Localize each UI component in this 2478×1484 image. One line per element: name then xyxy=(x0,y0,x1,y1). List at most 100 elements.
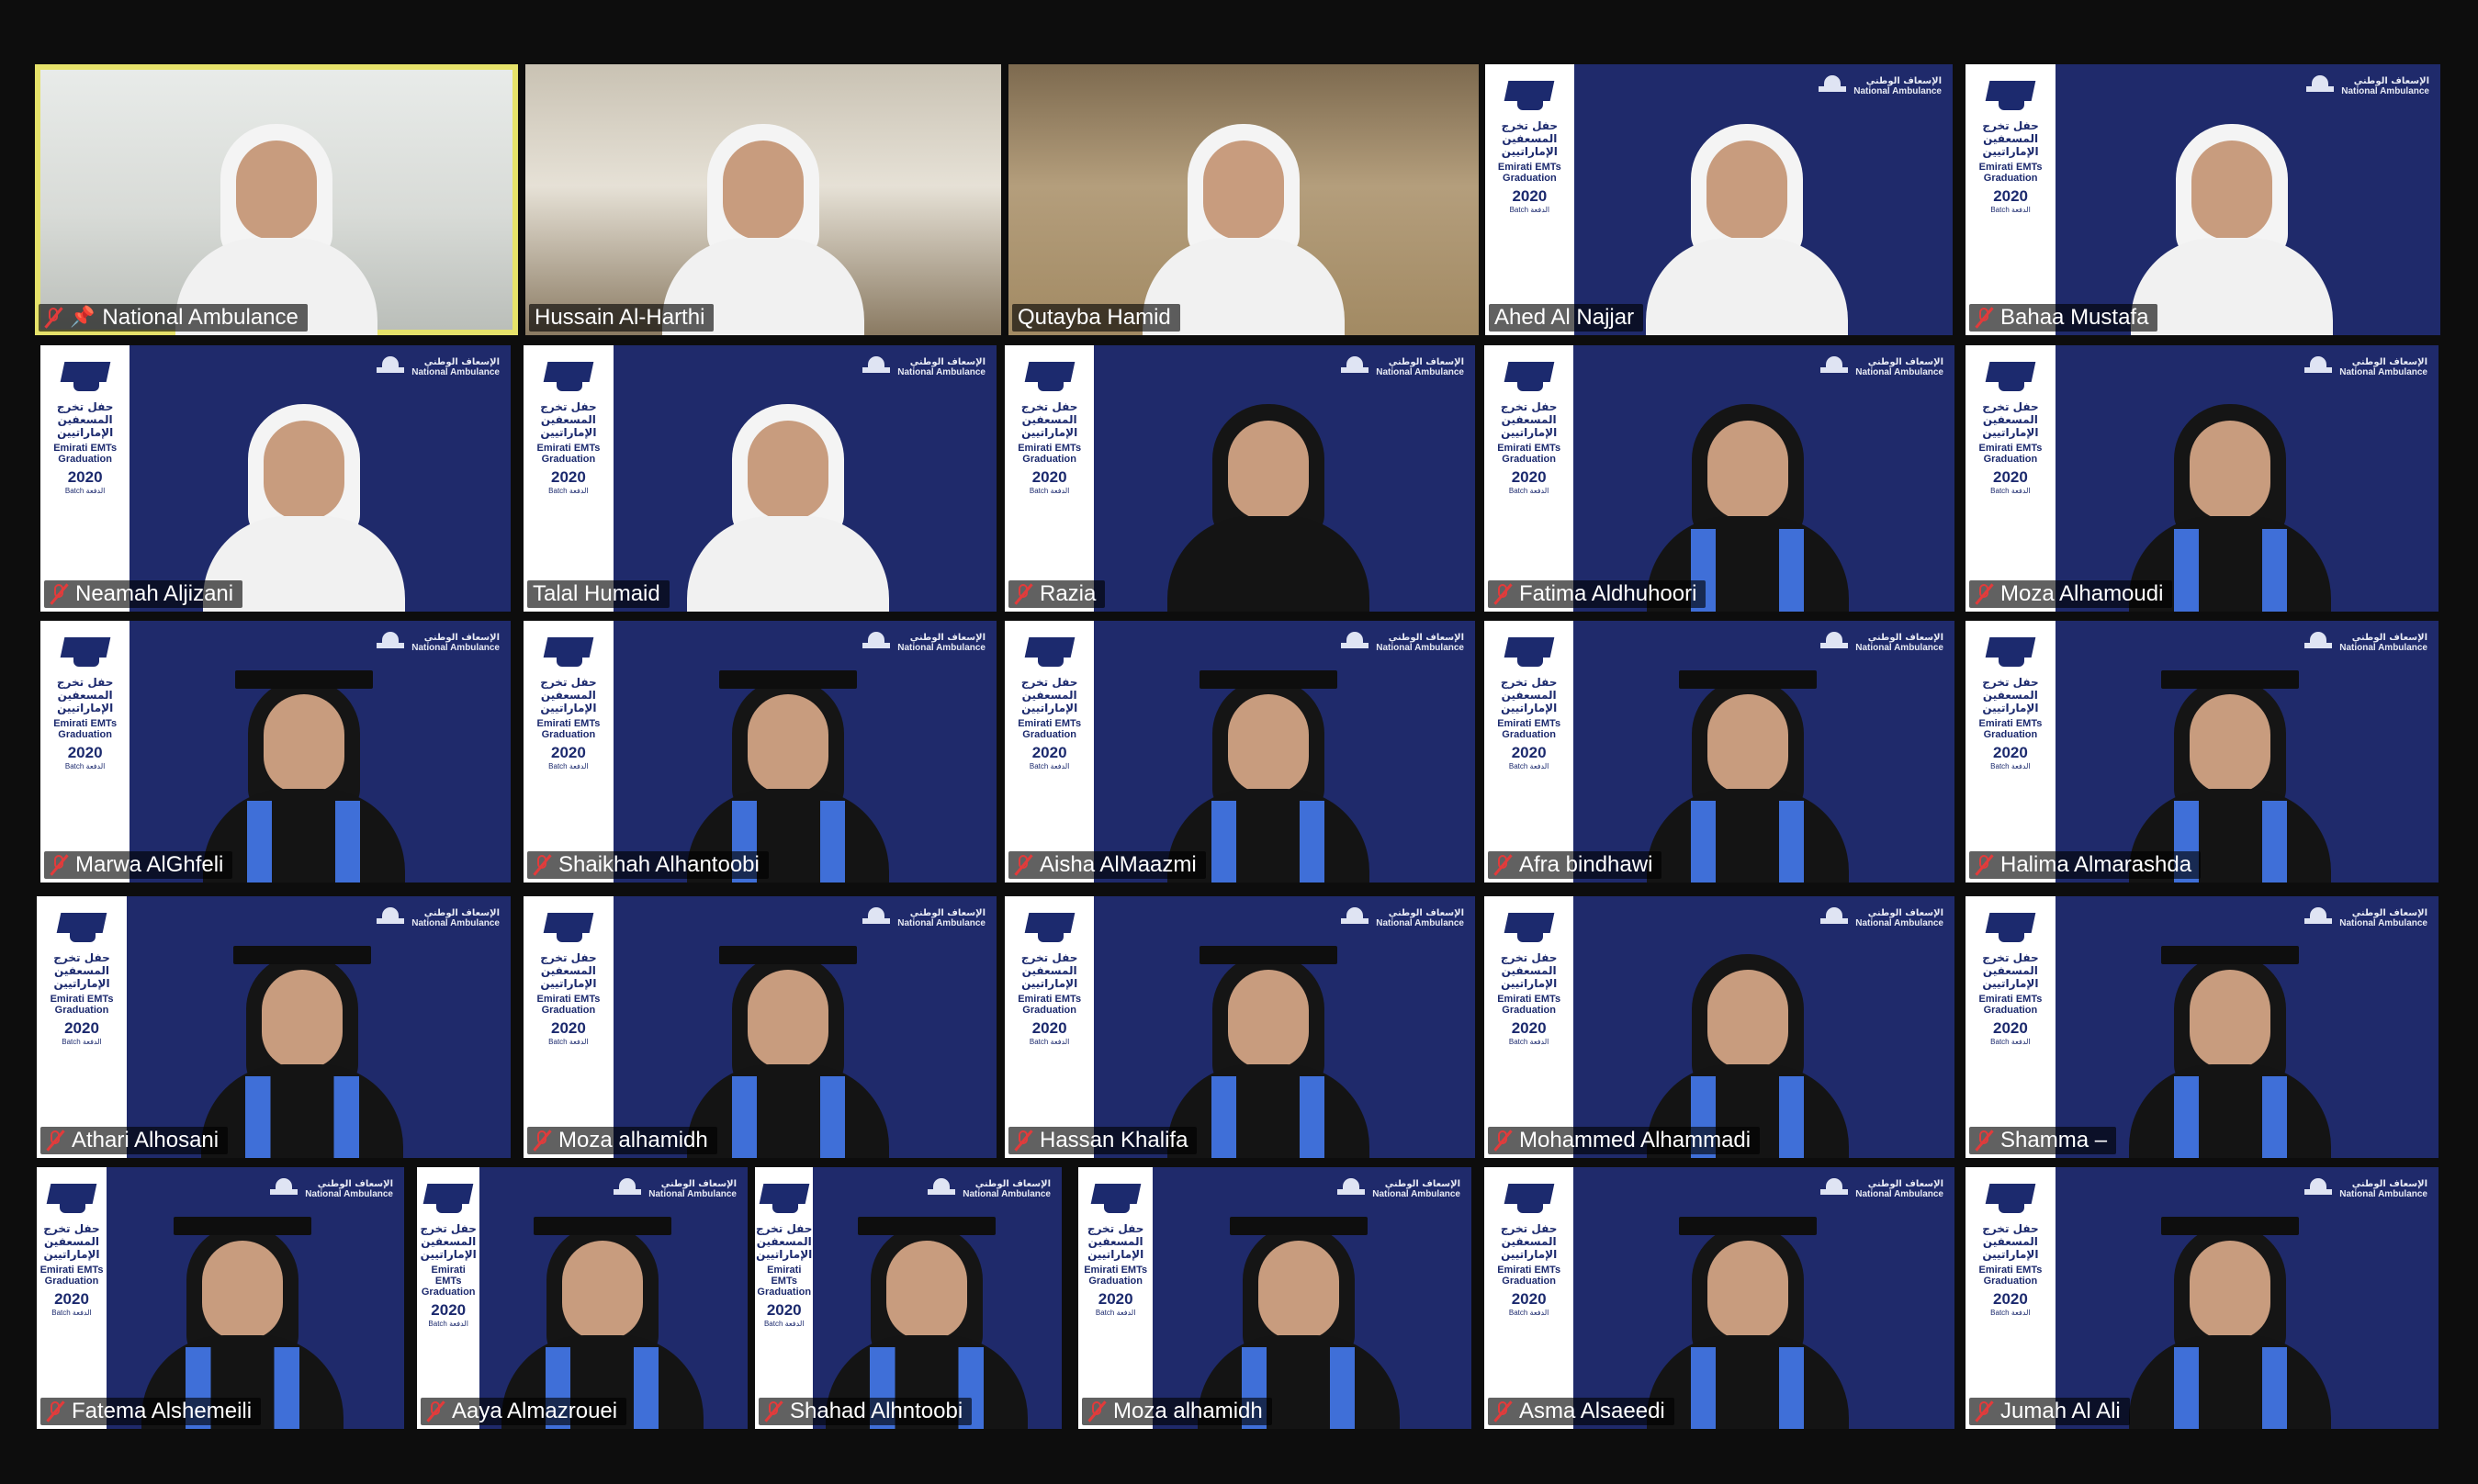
banner-batch: Batch الدفعة xyxy=(1990,1309,2031,1317)
sponsor-logos: الإسعاف الوطني National Ambulance xyxy=(614,1178,737,1200)
microphone-muted-icon xyxy=(50,583,68,605)
ambulance-english: National Ambulance xyxy=(2339,1189,2427,1199)
banner-arabic-title: حفل تخرج المسعفين الإماراتيين xyxy=(1500,400,1558,439)
banner-arabic-title: حفل تخرج المسعفين الإماراتيين xyxy=(540,400,597,439)
graduation-banner: حفل تخرج المسعفين الإماراتيين Emirati EMT… xyxy=(1966,64,2056,335)
ambulance-arabic: الإسعاف الوطني xyxy=(909,633,986,643)
ambulance-english: National Ambulance xyxy=(1855,918,1943,928)
national-ambulance-logo: الإسعاف الوطني National Ambulance xyxy=(1376,908,1464,928)
participant-tile[interactable]: حفل تخرج المسعفين الإماراتيين Emirati EMT… xyxy=(1485,64,1953,335)
graduation-banner: حفل تخرج المسعفين الإماراتيين Emirati EMT… xyxy=(1966,1167,2056,1429)
banner-english-title: Emirati EMTs Graduation xyxy=(1497,1265,1561,1287)
participant-name-tag: Shahad Alhntoobi xyxy=(759,1398,973,1425)
banner-year: 2020 xyxy=(766,1301,802,1319)
ambulance-arabic: الإسعاف الوطني xyxy=(1388,357,1464,367)
university-logo-icon xyxy=(1820,356,1849,378)
banner-batch: Batch الدفعة xyxy=(763,1320,805,1328)
participant-name: Moza alhamidh xyxy=(1113,1399,1263,1423)
participant-name-tag: Afra bindhawi xyxy=(1488,851,1662,879)
participant-tile[interactable]: حفل تخرج المسعفين الإماراتيين Emirati EMT… xyxy=(37,1167,404,1429)
participant-name-tag: Razia xyxy=(1008,580,1106,608)
national-ambulance-logo: الإسعاف الوطني National Ambulance xyxy=(1853,76,1942,96)
participant-name-tag: Hussain Al-Harthi xyxy=(529,304,715,332)
participant-name-tag: Qutayba Hamid xyxy=(1012,304,1180,332)
graduation-cap-icon xyxy=(544,909,593,946)
participant-tile[interactable]: حفل تخرج المسعفين الإماراتيين Emirati EMT… xyxy=(524,345,997,612)
banner-english-title: Emirati EMTs Graduation xyxy=(1978,994,2043,1016)
participant-video xyxy=(1646,669,1849,883)
sponsor-logos: الإسعاف الوطني National Ambulance xyxy=(2306,75,2429,97)
banner-english-title: Emirati EMTs Graduation xyxy=(757,1265,812,1298)
participant-tile[interactable]: حفل تخرج المسعفين الإماراتيين Emirati EMT… xyxy=(755,1167,1062,1429)
sponsor-logos: الإسعاف الوطني National Ambulance xyxy=(1819,75,1942,97)
participant-name-tag: Ahed Al Najjar xyxy=(1489,304,1644,332)
microphone-muted-icon xyxy=(1014,583,1032,605)
national-ambulance-logo: الإسعاف الوطني National Ambulance xyxy=(963,1179,1051,1199)
participant-name-tag: Athari Alhosani xyxy=(40,1127,229,1154)
banner-english-title: Emirati EMTs Graduation xyxy=(1018,443,1082,465)
graduation-banner: حفل تخرج المسعفين الإماراتيين Emirati EMT… xyxy=(37,1167,107,1429)
participant-name: Moza alhamidh xyxy=(558,1128,708,1152)
banner-year: 2020 xyxy=(54,1290,89,1308)
participant-tile[interactable]: حفل تخرج المسعفين الإماراتيين Emirati EMT… xyxy=(1966,896,2439,1158)
participant-tile[interactable]: حفل تخرج المسعفين الإماراتيين Emirati EMT… xyxy=(1484,345,1954,612)
participant-name-tag: Shaikhah Alhantoobi xyxy=(527,851,769,879)
participant-tile[interactable]: حفل تخرج المسعفين الإماراتيين Emirati EMT… xyxy=(1005,345,1475,612)
participant-tile[interactable]: حفل تخرج المسعفين الإماراتيين Emirati EMT… xyxy=(37,896,511,1158)
university-logo-icon xyxy=(377,356,405,378)
participant-tile[interactable]: Qutayba Hamid xyxy=(1008,64,1479,335)
graduation-banner: حفل تخرج المسعفين الإماراتيين Emirati EMT… xyxy=(40,621,130,883)
national-ambulance-logo: الإسعاف الوطني National Ambulance xyxy=(1855,1179,1943,1199)
banner-english-title: Emirati EMTs Graduation xyxy=(1497,162,1561,184)
graduation-cap-icon xyxy=(1504,634,1554,670)
banner-batch: Batch الدفعة xyxy=(51,1309,92,1317)
participant-tile[interactable]: حفل تخرج المسعفين الإماراتيين Emirati EMT… xyxy=(1005,896,1475,1158)
participant-name-tag: Fatima Aldhuhoori xyxy=(1488,580,1706,608)
participant-tile[interactable]: حفل تخرج المسعفين الإماراتيين Emirati EMT… xyxy=(524,621,997,883)
participant-tile[interactable]: 📌 National Ambulance xyxy=(35,64,518,335)
participant-name-tag: Fatema Alshemeili xyxy=(40,1398,262,1425)
sponsor-logos: الإسعاف الوطني National Ambulance xyxy=(862,632,986,654)
participant-name: Halima Almarashda xyxy=(2000,852,2192,877)
ambulance-english: National Ambulance xyxy=(305,1189,393,1199)
banner-batch: Batch الدفعة xyxy=(1509,206,1550,214)
banner-arabic-title: حفل تخرج المسعفين الإماراتيين xyxy=(1982,951,2039,990)
participant-tile[interactable]: حفل تخرج المسعفين الإماراتيين Emirati EMT… xyxy=(1078,1167,1471,1429)
university-logo-icon xyxy=(862,356,891,378)
banner-year: 2020 xyxy=(1993,1290,2028,1308)
participant-tile[interactable]: حفل تخرج المسعفين الإماراتيين Emirati EMT… xyxy=(1966,1167,2439,1429)
participant-name: Bahaa Mustafa xyxy=(2000,305,2149,330)
banner-arabic-title: حفل تخرج المسعفين الإماراتيين xyxy=(1982,400,2039,439)
participant-tile[interactable]: حفل تخرج المسعفين الإماراتيين Emirati EMT… xyxy=(1966,621,2439,883)
participant-name: Mohammed Alhammadi xyxy=(1519,1128,1751,1152)
participant-tile[interactable]: حفل تخرج المسعفين الإماراتيين Emirati EMT… xyxy=(1484,896,1954,1158)
participant-tile[interactable]: حفل تخرج المسعفين الإماراتيين Emirati EMT… xyxy=(40,345,511,612)
graduation-banner: حفل تخرج المسعفين الإماراتيين Emirati EMT… xyxy=(1966,621,2056,883)
participant-tile[interactable]: حفل تخرج المسعفين الإماراتيين Emirati EMT… xyxy=(1484,1167,1954,1429)
university-logo-icon xyxy=(2304,632,2333,654)
participant-name-tag: Mohammed Alhammadi xyxy=(1488,1127,1761,1154)
video-gallery: 📌 National Ambulance Hussain Al-Harthi Quta… xyxy=(0,0,2478,1484)
participant-tile[interactable]: حفل تخرج المسعفين الإماراتيين Emirati EMT… xyxy=(40,621,511,883)
sponsor-logos: الإسعاف الوطني National Ambulance xyxy=(377,356,500,378)
sponsor-logos: الإسعاف الوطني National Ambulance xyxy=(1820,907,1943,929)
participant-tile[interactable]: حفل تخرج المسعفين الإماراتيين Emirati EMT… xyxy=(1005,621,1475,883)
graduation-cap-icon xyxy=(57,909,107,946)
participant-tile[interactable]: حفل تخرج المسعفين الإماراتيين Emirati EMT… xyxy=(417,1167,748,1429)
university-logo-icon xyxy=(1341,907,1369,929)
participant-tile[interactable]: حفل تخرج المسعفين الإماراتيين Emirati EMT… xyxy=(1966,345,2439,612)
university-logo-icon xyxy=(1819,75,1847,97)
university-logo-icon xyxy=(1341,356,1369,378)
participant-tile[interactable]: حفل تخرج المسعفين الإماراتيين Emirati EMT… xyxy=(524,896,997,1158)
participant-tile[interactable]: Hussain Al-Harthi xyxy=(525,64,1001,335)
university-logo-icon xyxy=(862,907,891,929)
graduation-cap-icon xyxy=(1504,909,1554,946)
pin-icon: 📌 xyxy=(70,306,96,329)
banner-year: 2020 xyxy=(1993,744,2028,761)
participant-tile[interactable]: حفل تخرج المسعفين الإماراتيين Emirati EMT… xyxy=(1484,621,1954,883)
university-logo-icon xyxy=(2304,907,2333,929)
banner-arabic-title: حفل تخرج المسعفين الإماراتيين xyxy=(1020,951,1078,990)
participant-tile[interactable]: حفل تخرج المسعفين الإماراتيين Emirati EMT… xyxy=(1966,64,2440,335)
ambulance-arabic: الإسعاف الوطني xyxy=(1867,357,1943,367)
participant-name: Shamma – xyxy=(2000,1128,2108,1152)
